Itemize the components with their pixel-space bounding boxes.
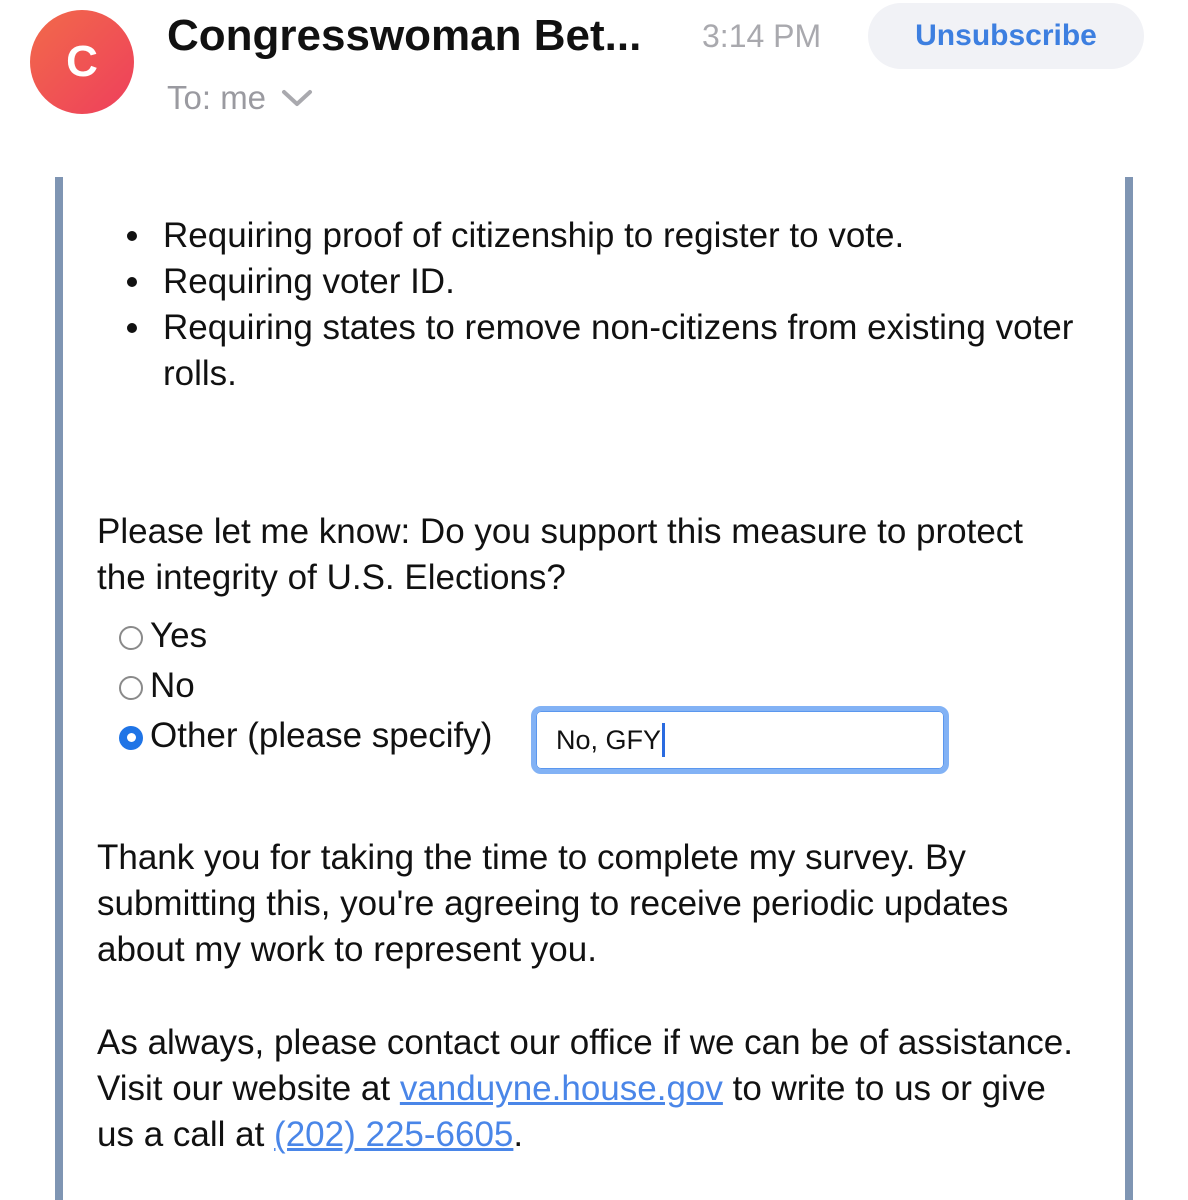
option-other[interactable]: Other (please specify) [119,713,492,759]
chevron-down-icon [282,90,313,106]
list-item: Requiring proof of citizenship to regist… [127,213,1103,259]
option-label: No [150,666,195,705]
sender-name[interactable]: Congresswoman Bet... [167,10,667,62]
option-no[interactable]: No [119,663,195,709]
sender-avatar[interactable]: C [30,10,134,114]
thank-you-paragraph: Thank you for taking the time to complet… [97,838,1009,969]
avatar-initial: C [66,37,98,86]
email-time: 3:14 PM [702,18,822,54]
text-caret [662,723,666,757]
bullet-dot [127,277,137,287]
contact-paragraph: As always, please contact our office if … [97,1023,1073,1154]
survey-question: Please let me know: Do you support this … [97,512,1024,597]
option-label: Other (please specify) [150,716,493,755]
list-item: Requiring voter ID. [127,259,1103,305]
radio-yes[interactable] [119,625,143,650]
website-link[interactable]: vanduyne.house.gov [400,1069,723,1108]
measure-list: Requiring proof of citizenship to regist… [97,213,1103,397]
radio-other-selected[interactable] [119,725,143,750]
bullet-dot [127,323,137,333]
option-label: Yes [150,616,208,655]
radio-no[interactable] [119,675,143,700]
unsubscribe-button[interactable]: Unsubscribe [868,3,1144,69]
recipient-details-toggle[interactable]: To: me [167,78,314,118]
to-label: To: me [167,79,267,116]
option-yes[interactable]: Yes [119,613,207,659]
other-input-value: No, GFY [556,724,662,755]
list-item: Requiring states to remove non-citizens … [127,305,1103,397]
email-frame-left-border [55,177,63,1200]
phone-link[interactable]: (202) 225-6605 [274,1115,513,1154]
bullet-dot [127,231,137,241]
email-frame-right-border [1125,177,1133,1200]
other-specify-input[interactable]: No, GFY [531,706,949,774]
email-view: C Congresswoman Bet... 3:14 PM Unsubscri… [0,0,1188,1200]
